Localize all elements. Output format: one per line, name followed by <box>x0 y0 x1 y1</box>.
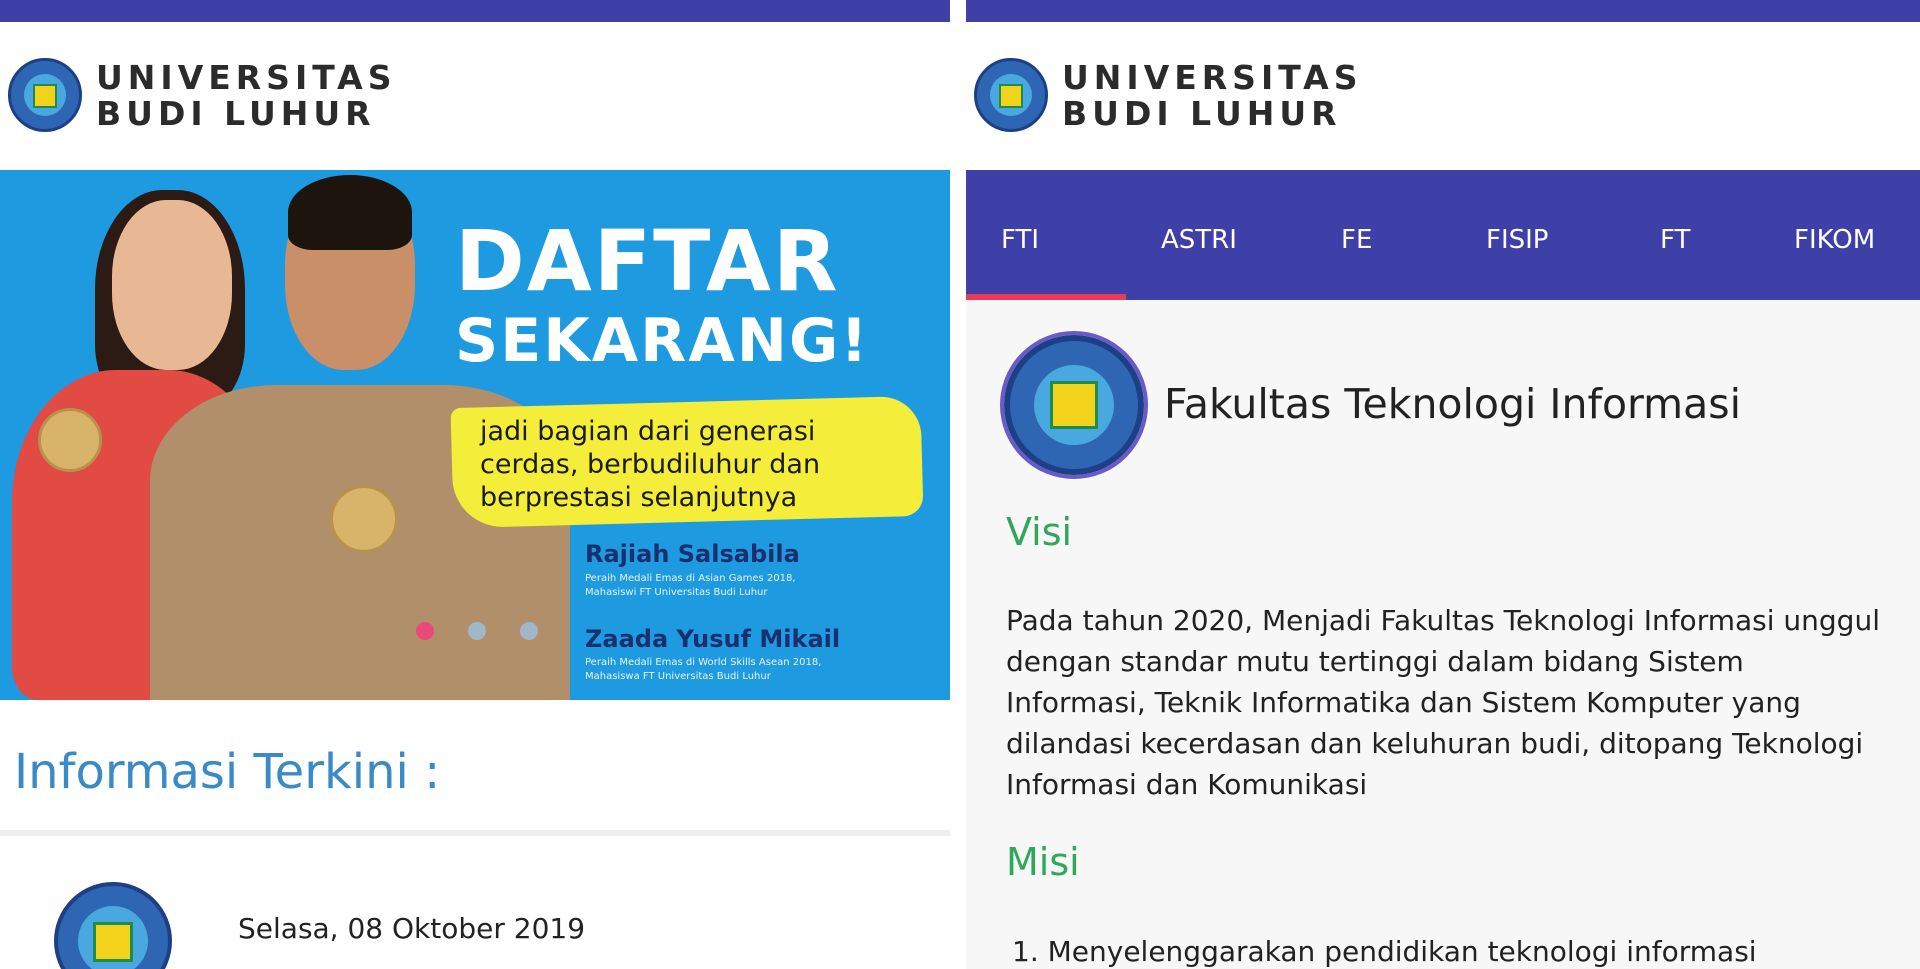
tab-ft[interactable]: FT <box>1660 225 1690 255</box>
tab-fisip[interactable]: FISIP <box>1486 225 1548 255</box>
faculty-name: Fakultas Teknologi Informasi <box>1164 380 1741 428</box>
banner-person2-name: Zaada Yusuf Mikail <box>585 625 841 653</box>
brand-line1: UNIVERSITAS <box>1062 58 1363 97</box>
status-bar <box>0 0 950 22</box>
tab-fti[interactable]: FTI <box>1001 225 1039 255</box>
university-logo-icon <box>54 882 172 969</box>
app-header: UNIVERSITAS BUDI LUHUR <box>0 22 950 170</box>
tab-astri[interactable]: ASTRI <box>1161 225 1237 255</box>
carousel-dot-1[interactable] <box>416 622 434 640</box>
medal-icon <box>330 485 398 553</box>
visi-text: Pada tahun 2020, Menjadi Fakultas Teknol… <box>1006 604 1880 801</box>
brand-line1: UNIVERSITAS <box>96 58 397 97</box>
banner-headline-1: DAFTAR <box>455 212 840 310</box>
banner-person1-desc: Peraih Medali Emas di Asian Games 2018, … <box>585 572 945 600</box>
medal-icon <box>38 408 102 472</box>
student-photo-2-hair <box>288 175 412 250</box>
university-logo-icon <box>8 58 82 132</box>
brand-line2: BUDI LUHUR <box>96 94 376 133</box>
banner-person2-desc-line2: Mahasiswa FT Universitas Budi Luhur <box>585 671 771 682</box>
promo-banner[interactable]: DAFTAR SEKARANG! jadi bagian dari genera… <box>0 170 950 700</box>
banner-person1-desc-line1: Peraih Medali Emas di Asian Games 2018, <box>585 573 796 584</box>
brand-name: UNIVERSITAS BUDI LUHUR <box>96 60 397 132</box>
university-logo-icon <box>974 58 1048 132</box>
status-bar <box>966 0 1920 22</box>
student-photo-1-face <box>112 200 232 370</box>
faculty-content: Fakultas Teknologi Informasi Visi Pada t… <box>966 300 1920 969</box>
section-title: Informasi Terkini : <box>14 744 441 800</box>
divider <box>0 830 950 836</box>
brand-line2: BUDI LUHUR <box>1062 94 1342 133</box>
banner-person2-desc-line1: Peraih Medali Emas di World Skills Asean… <box>585 657 822 668</box>
carousel-dot-3[interactable] <box>520 622 538 640</box>
carousel-dot-2[interactable] <box>468 622 486 640</box>
banner-person1-desc-line2: Mahasiswi FT Universitas Budi Luhur <box>585 587 768 598</box>
banner-person1-name: Rajiah Salsabila <box>585 540 800 568</box>
faculty-tab-bar: FTI ASTRI FE FISIP FT FIKOM <box>966 170 1920 300</box>
banner-headline-2: SEKARANG! <box>455 306 870 376</box>
misi-heading: Misi <box>1006 840 1080 884</box>
visi-heading: Visi <box>1006 510 1073 554</box>
app-header: UNIVERSITAS BUDI LUHUR <box>966 22 1920 170</box>
banner-tagline: jadi bagian dari generasi cerdas, berbud… <box>480 416 821 513</box>
left-phone-screen: UNIVERSITAS BUDI LUHUR DAFTAR SEKARANG! … <box>0 0 950 969</box>
tab-fikom[interactable]: FIKOM <box>1794 225 1875 255</box>
banner-person2-desc: Peraih Medali Emas di World Skills Asean… <box>585 656 945 684</box>
faculty-logo-icon <box>1000 331 1148 479</box>
news-date: Selasa, 08 Oktober 2019 <box>238 912 586 945</box>
tab-fe[interactable]: FE <box>1341 225 1372 255</box>
right-phone-screen: UNIVERSITAS BUDI LUHUR FTI ASTRI FE FISI… <box>966 0 1920 969</box>
misi-item-1: 1. Menyelenggarakan pendidikan teknologi… <box>1012 935 1757 968</box>
screen-gap <box>950 0 966 969</box>
brand-name: UNIVERSITAS BUDI LUHUR <box>1062 60 1363 132</box>
